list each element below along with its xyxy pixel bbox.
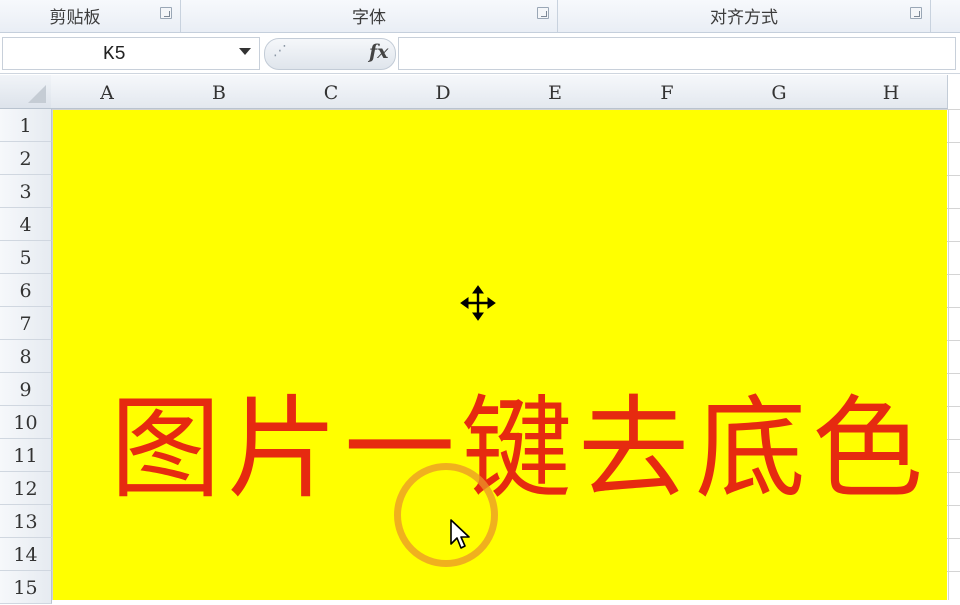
row-header[interactable]: 1 (0, 109, 52, 142)
inserted-picture[interactable]: 图片一键去底色 (53, 110, 947, 600)
name-box[interactable]: K5 (2, 37, 260, 70)
row-header[interactable]: 4 (0, 208, 52, 241)
arrow-cursor-icon (450, 519, 470, 549)
column-header[interactable]: H (835, 75, 948, 109)
dialog-launcher-icon[interactable] (910, 7, 922, 19)
ribbon-group-label: 字体 (352, 8, 386, 28)
fx-icon[interactable]: fx (369, 41, 389, 63)
ribbon-group-label: 对齐方式 (710, 8, 778, 28)
select-all-button[interactable] (0, 75, 52, 109)
column-header[interactable]: G (723, 75, 836, 109)
row-header[interactable]: 8 (0, 340, 52, 373)
name-box-value: K5 (103, 43, 126, 65)
column-header[interactable]: A (51, 75, 164, 109)
dialog-launcher-icon[interactable] (160, 7, 172, 19)
ribbon-group-clipboard: 剪贴板 (0, 0, 181, 32)
column-header[interactable]: B (163, 75, 276, 109)
row-header[interactable]: 9 (0, 373, 52, 406)
row-header[interactable]: 12 (0, 472, 52, 505)
ribbon-group-alignment: 对齐方式 (558, 0, 931, 32)
row-header[interactable]: 10 (0, 406, 52, 439)
formula-buttons: ⋰ fx (264, 38, 396, 70)
column-header[interactable]: E (499, 75, 612, 109)
ribbon-group-font: 字体 (181, 0, 558, 32)
row-header[interactable]: 2 (0, 142, 52, 175)
row-header[interactable]: 6 (0, 274, 52, 307)
row-header[interactable]: 11 (0, 439, 52, 472)
row-header[interactable]: 5 (0, 241, 52, 274)
formula-input[interactable] (398, 37, 956, 70)
ribbon-group-labels: 剪贴板 字体 对齐方式 (0, 0, 960, 33)
row-header[interactable]: 7 (0, 307, 52, 340)
column-header[interactable]: D (387, 75, 500, 109)
row-header[interactable]: 3 (0, 175, 52, 208)
row-header[interactable]: 13 (0, 505, 52, 538)
row-header[interactable]: 14 (0, 538, 52, 571)
column-header[interactable]: F (611, 75, 724, 109)
column-header[interactable]: C (275, 75, 388, 109)
move-cursor-icon (460, 285, 496, 321)
dialog-launcher-icon[interactable] (537, 7, 549, 19)
row-header[interactable]: 15 (0, 571, 52, 604)
column-headers: A B C D E F G H (51, 75, 960, 109)
grip-dots-icon: ⋰ (273, 42, 287, 58)
click-highlight-ring (394, 463, 498, 567)
ribbon-group-label: 剪贴板 (49, 8, 101, 28)
picture-caption: 图片一键去底色 (110, 385, 930, 514)
formula-bar: K5 ⋰ fx (0, 33, 960, 74)
dropdown-arrow-icon[interactable] (239, 48, 251, 55)
